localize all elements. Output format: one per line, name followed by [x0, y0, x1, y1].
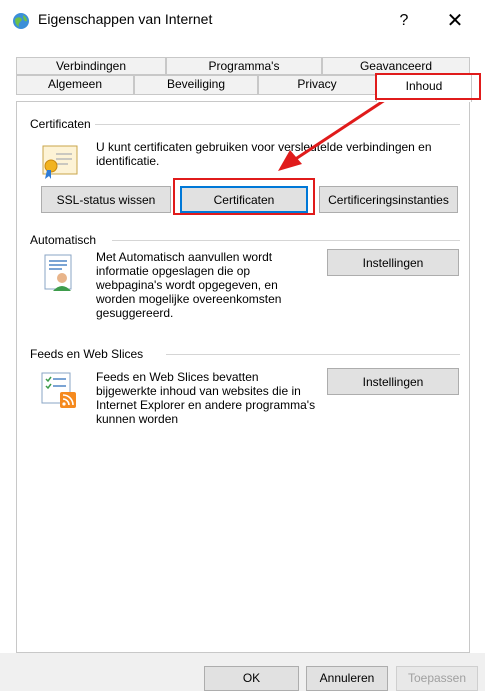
- title-bar: Eigenschappen van Internet ? ✕: [0, 0, 485, 44]
- autocomplete-divider: [112, 240, 460, 241]
- autocomplete-group-label: Automatisch: [30, 233, 101, 247]
- tab-beveiliging[interactable]: Beveiliging: [134, 75, 258, 95]
- annotation-arrow: [278, 96, 389, 171]
- cancel-button[interactable]: Annuleren: [306, 666, 388, 691]
- feeds-description: Feeds en Web Slices bevatten bijgewerkte…: [96, 370, 316, 426]
- autocomplete-settings-button[interactable]: Instellingen: [327, 249, 459, 276]
- tab-verbindingen[interactable]: Verbindingen: [16, 57, 166, 75]
- apply-button[interactable]: Toepassen: [396, 666, 478, 691]
- tab-algemeen[interactable]: Algemeen: [16, 75, 134, 95]
- window-title: Eigenschappen van Internet: [38, 11, 213, 27]
- tab-programmas[interactable]: Programma's: [166, 57, 322, 75]
- tab-highlight: [375, 73, 481, 100]
- autocomplete-icon: [40, 253, 80, 293]
- certificates-button-highlight: [173, 178, 315, 215]
- autocomplete-description: Met Automatisch aanvullen wordt informat…: [96, 250, 282, 320]
- ssl-status-clear-button[interactable]: SSL-status wissen: [41, 186, 171, 213]
- certificates-group-label: Certificaten: [30, 117, 95, 131]
- help-button[interactable]: ?: [392, 8, 416, 34]
- feeds-icon: [40, 370, 80, 410]
- certification-authorities-button[interactable]: Certificeringsinstanties: [319, 186, 458, 213]
- internet-options-icon: [12, 12, 30, 30]
- certificate-icon: [40, 142, 80, 182]
- feeds-group-label: Feeds en Web Slices: [30, 347, 148, 361]
- feeds-divider: [166, 354, 460, 355]
- close-button[interactable]: ✕: [440, 8, 470, 34]
- feeds-settings-button[interactable]: Instellingen: [327, 368, 459, 395]
- ok-button[interactable]: OK: [204, 666, 299, 691]
